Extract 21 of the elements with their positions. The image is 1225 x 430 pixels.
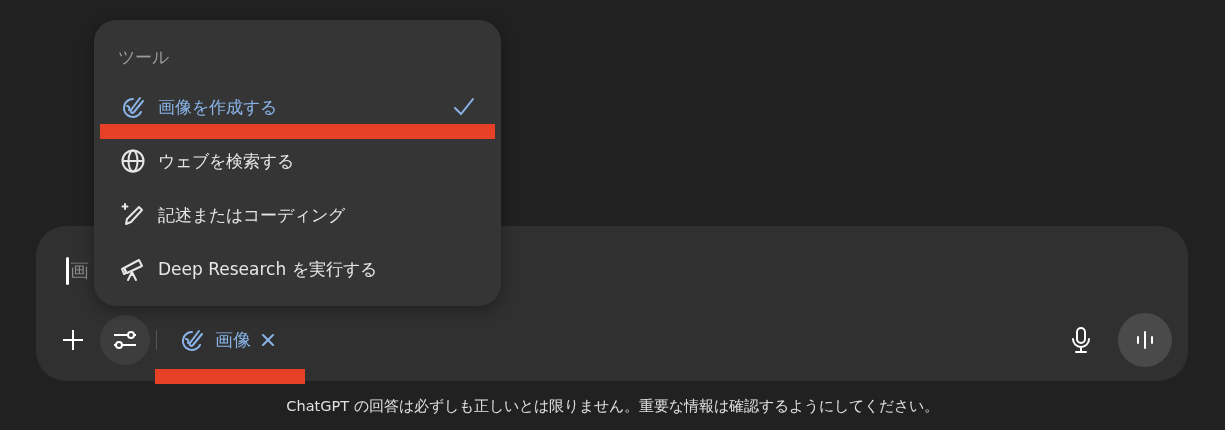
menu-item[interactable]: Deep Research を実行する	[100, 242, 495, 296]
voice-mode-button[interactable]	[1118, 313, 1172, 367]
waveform-icon	[1134, 329, 1156, 351]
menu-item[interactable]: 画像を作成する	[100, 80, 495, 134]
tool-chip[interactable]: 画像	[167, 322, 287, 358]
menu-item[interactable]: 記述またはコーディング	[100, 188, 495, 242]
text-cursor	[66, 257, 69, 285]
close-icon[interactable]	[261, 333, 275, 347]
brush-icon	[120, 94, 146, 120]
pen-sparkle-icon	[120, 202, 146, 228]
plus-icon	[61, 328, 85, 352]
input-field[interactable]: 画	[66, 256, 89, 286]
menu-header: ツール	[117, 46, 170, 69]
microphone-icon	[1070, 327, 1092, 353]
menu-item[interactable]: ウェブを検索する	[100, 134, 495, 188]
check-icon	[453, 97, 475, 117]
disclaimer-text: ChatGPT の回答は必ずしも正しいとは限りません。重要な情報は確認するようにしてください。	[286, 398, 939, 414]
globe-icon	[120, 148, 146, 174]
brush-icon	[179, 327, 205, 353]
telescope-icon	[120, 256, 146, 282]
tools-button[interactable]	[100, 315, 150, 365]
